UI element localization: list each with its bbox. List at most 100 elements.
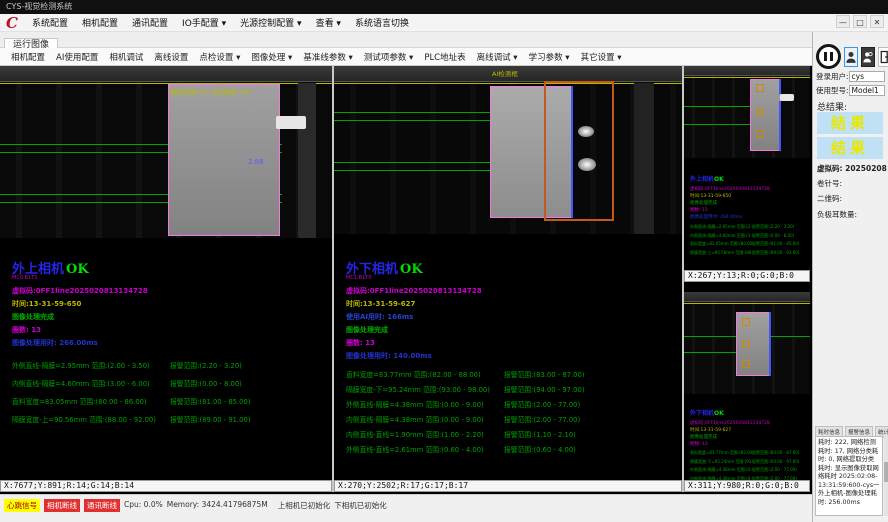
window-title: CYS-视觉检测系统 bbox=[6, 2, 72, 11]
measurement-alarm: 报警范围:(0.00 - 8.00) bbox=[752, 233, 794, 239]
measurement-alarm: 报警范围:(94.00 - 97.00) bbox=[752, 459, 799, 465]
camera-name: 外下相机 bbox=[690, 410, 714, 417]
edge-line-blue bbox=[779, 79, 781, 151]
menu-item-camera-config[interactable]: 相机配置 bbox=[76, 14, 124, 31]
measurement-row: 隔膜宽度-上=90.56mm 范围:(88.00 - 92.00)报警范围:(8… bbox=[690, 250, 808, 256]
elapsed-line: 图像处理用时: 266.00ms bbox=[690, 214, 808, 220]
ai-mark-square bbox=[742, 318, 750, 326]
tool-plc-address[interactable]: PLC地址表 bbox=[419, 49, 470, 65]
measurement-alarm: 报警范围:(1.10 - 2.10) bbox=[504, 429, 576, 439]
measurement-alarm: 报警范围:(94.00 - 97.00) bbox=[504, 384, 584, 394]
tool-test-params[interactable]: 测试项参数 ▾ bbox=[359, 49, 418, 65]
tool-ai-use-config[interactable]: AI使用配置 bbox=[51, 49, 103, 65]
ai-mark-square bbox=[742, 340, 750, 348]
small-camera-panel-2: 外下相机OK 虚拟码:0FF1line2025020813134728 时间:1… bbox=[684, 284, 810, 480]
tool-baseline-params[interactable]: 基准线参数 ▾ bbox=[298, 49, 357, 65]
user-button[interactable] bbox=[844, 47, 858, 67]
reflection-spot bbox=[578, 158, 596, 171]
time-line: 时间:13-31-59-650 bbox=[690, 193, 808, 199]
top-camera-init-status: 上相机已初始化 bbox=[278, 500, 331, 511]
count-line: 圈数: 13 bbox=[346, 338, 680, 348]
barcode-line: 虚拟码:0FF1line2025020813134728 bbox=[690, 420, 808, 426]
title-bar[interactable]: CYS-视觉检测系统 bbox=[0, 0, 888, 14]
bottom-camera-init-status: 下相机已初始化 bbox=[334, 500, 387, 511]
gray-band bbox=[634, 83, 654, 234]
measure-line-green bbox=[684, 352, 740, 353]
count-line: 圈数: 13 bbox=[690, 441, 808, 447]
measurement-alarm: 报警范围:(2.20 - 3.20) bbox=[170, 360, 242, 370]
measure-line-green bbox=[684, 106, 754, 107]
login-label: 登录用户: bbox=[816, 71, 849, 82]
measurement-alarm: 报警范围:(0.60 - 4.00) bbox=[504, 444, 576, 454]
login-user-field[interactable]: cys bbox=[849, 71, 885, 82]
done-line: 图像处理完成 bbox=[346, 325, 680, 335]
measure-marker-label: 2.88 bbox=[248, 158, 264, 166]
small-result-text-1: 外上相机OK 虚拟码:0FF1line2025020813134728 时间:1… bbox=[690, 166, 808, 256]
minimize-icon[interactable]: — bbox=[836, 15, 850, 28]
mid-result-text: 外下相机OK MC1:B1T0 虚拟码:0FF1line202502081313… bbox=[346, 258, 680, 459]
probe-connector bbox=[276, 116, 306, 129]
stats-scrollbar-thumb[interactable] bbox=[884, 462, 888, 482]
small-camera-image-2[interactable] bbox=[684, 292, 810, 394]
menu-item-system-config[interactable]: 系统配置 bbox=[26, 14, 74, 31]
measurement-text: 直料宽度=83.05mm 范围:(80.00 - 86.00) bbox=[12, 396, 170, 406]
measurement-text: 隔膜宽度-下=95.24mm 范围:(93.00 - 98.00) bbox=[346, 384, 504, 394]
small-camera-image-1[interactable] bbox=[684, 66, 810, 158]
menu-item-io-config[interactable]: IO手配置 ▾ bbox=[176, 14, 232, 31]
measurement-text: 内侧直线-隔膜=4.60mm 范围:(3.00 - 6.00) bbox=[12, 378, 170, 388]
result-box-1: 结果 bbox=[817, 112, 883, 134]
tool-spotcheck-setting[interactable]: 点检设置 ▾ bbox=[194, 49, 245, 65]
menu-item-language-switch[interactable]: 系统语言切换 bbox=[349, 14, 415, 31]
measure-line-green bbox=[684, 124, 754, 125]
ai-mark-square bbox=[756, 108, 764, 116]
measurement-row: 直料宽度=83.05mm 范围:(80.00 - 86.00)报警范围:(81.… bbox=[690, 241, 808, 247]
ai-mark-square bbox=[756, 130, 764, 138]
status-bar: 心跳信号 相机断线 通讯断线 Cpu: 0.0% Memory: 3424.41… bbox=[0, 494, 812, 522]
measure-line-green bbox=[770, 336, 810, 337]
menu-item-view[interactable]: 查看 ▾ bbox=[310, 14, 347, 31]
model-field[interactable]: Model1 bbox=[849, 85, 885, 96]
measurement-alarm: 报警范围:(2.00 - 77.00) bbox=[504, 414, 580, 424]
tool-image-process[interactable]: 图像处理 ▾ bbox=[246, 49, 297, 65]
measurement-alarm: 报警范围:(83.00 - 87.00) bbox=[504, 369, 584, 379]
tool-camera-config[interactable]: 相机配置 bbox=[6, 49, 50, 65]
maximize-icon[interactable]: □ bbox=[853, 15, 867, 28]
user-settings-button[interactable] bbox=[861, 47, 875, 67]
edge-line-blue bbox=[769, 312, 771, 376]
measurement-row: 隔膜宽度-下=95.24mm 范围:(93.00 - 98.00)报警范围:(9… bbox=[690, 459, 808, 465]
exit-button[interactable] bbox=[878, 47, 888, 67]
measurement-row: 内侧直线-直线=1.90mm 范围:(1.00 - 2.20)报警范围:(1.1… bbox=[346, 429, 680, 439]
memory-usage: Memory: 3424.41796875M bbox=[167, 500, 268, 509]
menu-item-comm-config[interactable]: 通讯配置 bbox=[126, 14, 174, 31]
measurement-text: 直料宽度=83.77mm 范围:(82.00 - 88.00) bbox=[690, 450, 752, 456]
count-line: 圈数: 13 bbox=[690, 207, 808, 213]
close-icon[interactable]: ✕ bbox=[870, 15, 884, 28]
stats-text-box[interactable]: 耗时: 222, 网络检测耗时: 17, 网络分类耗时: 0, 网络提取分类耗时… bbox=[815, 436, 883, 516]
menu-items: 系统配置 相机配置 通讯配置 IO手配置 ▾ 光源控制配置 ▾ 查看 ▾ 系统语… bbox=[26, 14, 415, 31]
measurement-text: 隔膜宽度-下=95.24mm 范围:(93.00 - 98.00) bbox=[690, 459, 752, 465]
mid-camera-image[interactable]: AI检测框 bbox=[334, 66, 682, 234]
measurement-alarm: 报警范围:(2.20 - 3.20) bbox=[752, 224, 794, 230]
measurement-text: 隔膜宽度-上=90.56mm 范围:(88.00 - 92.00) bbox=[690, 250, 752, 256]
pause-button[interactable] bbox=[816, 44, 841, 69]
measurement-text: 直料宽度=83.77mm 范围:(82.00 - 88.00) bbox=[346, 369, 504, 379]
left-camera-image[interactable]: 静态阈值:93, 动态阈值:100 2.88 bbox=[0, 66, 332, 238]
tool-camera-debug[interactable]: 相机调试 bbox=[104, 49, 148, 65]
mid-coordinate-bar: X:270;Y:2502;R:17;G:17;B:17 bbox=[334, 480, 682, 492]
time-line: 时间:13-31-59-650 bbox=[12, 299, 327, 309]
measurement-alarm: 报警范围:(2.00 - 77.00) bbox=[752, 467, 797, 473]
mid-camera-panel: AI检测框 外下相机OK MC1:B1T0 虚拟码:0FF1line202502… bbox=[334, 66, 682, 492]
tool-offline-debug[interactable]: 离线调试 ▾ bbox=[472, 49, 523, 65]
tool-learn-params[interactable]: 学习参数 ▾ bbox=[524, 49, 575, 65]
measurement-rows: 直料宽度=83.77mm 范围:(82.00 - 88.00)报警范围:(83.… bbox=[690, 450, 808, 482]
camera-status: OK bbox=[66, 262, 89, 277]
tool-other-setting[interactable]: 其它设置 ▾ bbox=[576, 49, 627, 65]
measurement-row: 内侧直线-隔膜=4.38mm 范围:(0.00 - 9.00)报警范围:(2.0… bbox=[346, 414, 680, 424]
menu-item-light-config[interactable]: 光源控制配置 ▾ bbox=[234, 14, 307, 31]
count-line: 圈数: 13 bbox=[12, 325, 327, 335]
tool-offline-setting[interactable]: 离线设置 bbox=[149, 49, 193, 65]
camera-name: 外上相机 bbox=[690, 176, 714, 183]
ai-detect-rect bbox=[544, 81, 614, 221]
left-result-text: 外上相机OK MC0:B1T1 虚拟码:0FF1line202502081313… bbox=[12, 258, 327, 432]
measurement-row: 外侧直线-隔膜=2.95mm 范围:(2.00 - 3.50)报警范围:(2.2… bbox=[690, 224, 808, 230]
